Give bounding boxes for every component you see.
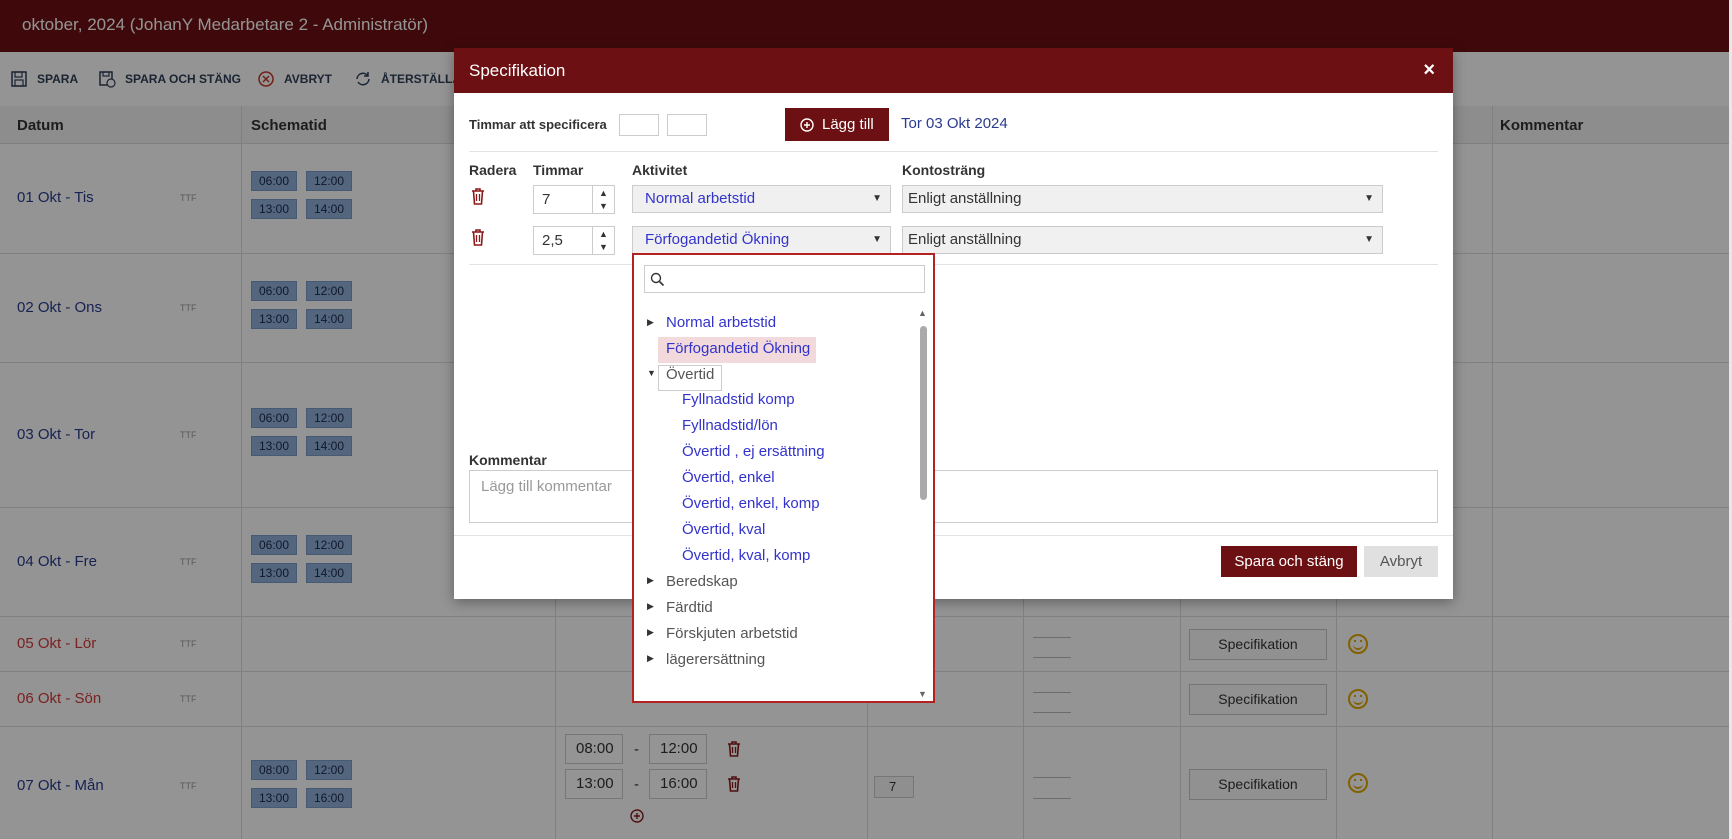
activity-dropdown: ▶ Normal arbetstid Förfogandetid Ökning …	[632, 253, 935, 703]
add-button-label: Lägg till	[822, 116, 874, 133]
account-select[interactable]: Enligt anställning ▼	[902, 185, 1383, 213]
add-button[interactable]: Lägg till	[785, 108, 889, 141]
expand-icon[interactable]: ▶	[647, 575, 654, 586]
comment-textarea[interactable]: Lägg till kommentar	[469, 470, 1438, 523]
scroll-up-icon[interactable]: ▲	[918, 308, 927, 318]
dropdown-item[interactable]: Beredskap	[666, 573, 738, 590]
dropdown-search-input[interactable]	[644, 265, 925, 293]
comment-placeholder: Lägg till kommentar	[481, 478, 612, 495]
dropdown-item[interactable]: Övertid , ej ersättning	[682, 443, 825, 460]
hours-to-specify-label: Timmar att specificera	[469, 117, 607, 132]
activity-select[interactable]: Normal arbetstid ▼	[632, 185, 891, 213]
activity-select[interactable]: Förfogandetid Ökning ▼	[632, 226, 891, 254]
chevron-down-icon: ▼	[872, 234, 882, 245]
dropdown-item[interactable]: lägerersättning	[666, 651, 765, 668]
add-circle-icon	[800, 118, 814, 132]
cancel-button[interactable]: Avbryt	[1364, 546, 1438, 577]
expand-icon[interactable]: ▶	[647, 627, 654, 638]
save-close-button[interactable]: Spara och stäng	[1221, 546, 1357, 577]
dropdown-item[interactable]: Övertid, kval, komp	[682, 547, 810, 564]
expand-icon[interactable]: ▶	[647, 317, 654, 328]
scrollbar-thumb[interactable]	[920, 326, 927, 500]
dropdown-item[interactable]: Fyllnadstid/lön	[682, 417, 778, 434]
hours-stepper[interactable]: ▲ ▼	[593, 226, 615, 255]
collapse-icon[interactable]: ▼	[647, 368, 656, 378]
dropdown-item[interactable]: Fyllnadstid komp	[682, 391, 795, 408]
account-select[interactable]: Enligt anställning ▼	[902, 226, 1383, 254]
date-link[interactable]: Tor 03 Okt 2024	[901, 115, 1008, 132]
dropdown-item[interactable]: Övertid	[666, 366, 714, 383]
col-radera: Radera	[469, 162, 517, 178]
activity-value: Förfogandetid Ökning	[645, 231, 790, 248]
trash-icon[interactable]	[471, 229, 485, 246]
chevron-down-icon: ▼	[872, 193, 882, 204]
col-timmar: Timmar	[533, 162, 584, 178]
dropdown-item[interactable]: Övertid, enkel, komp	[682, 495, 820, 512]
scroll-down-icon[interactable]: ▼	[918, 689, 927, 699]
account-value: Enligt anställning	[908, 231, 1022, 248]
expand-icon[interactable]: ▶	[647, 601, 654, 612]
trash-icon[interactable]	[471, 188, 485, 205]
dropdown-item[interactable]: Övertid, kval	[682, 521, 765, 538]
dropdown-item[interactable]: Normal arbetstid	[666, 314, 776, 331]
chevron-down-icon: ▼	[1364, 193, 1374, 204]
hours-stepper[interactable]: ▲ ▼	[593, 185, 615, 214]
search-icon	[650, 272, 665, 287]
chevron-down-icon: ▼	[1364, 234, 1374, 245]
dropdown-item[interactable]: Färdtid	[666, 599, 713, 616]
dropdown-item[interactable]: Övertid, enkel	[682, 469, 775, 486]
account-value: Enligt anställning	[908, 190, 1022, 207]
col-kontostrang: Kontosträng	[902, 162, 986, 178]
hours-input[interactable]: 7	[533, 185, 593, 214]
hours-input[interactable]: 2,5	[533, 226, 593, 255]
close-icon[interactable]: ×	[1423, 59, 1435, 82]
specification-modal: Specifikation × Timmar att specificera L…	[454, 48, 1453, 599]
minutes-to-specify-input[interactable]	[667, 114, 707, 136]
col-aktivitet: Aktivitet	[632, 162, 688, 178]
comment-label: Kommentar	[469, 452, 547, 468]
dropdown-item-selected[interactable]: Förfogandetid Ökning	[666, 340, 810, 357]
expand-icon[interactable]: ▶	[647, 653, 654, 664]
hours-to-specify-input[interactable]	[619, 114, 659, 136]
activity-value: Normal arbetstid	[645, 190, 756, 207]
dropdown-item[interactable]: Förskjuten arbetstid	[666, 625, 798, 642]
modal-title: Specifikation	[469, 61, 566, 80]
modal-header: Specifikation ×	[454, 48, 1453, 93]
